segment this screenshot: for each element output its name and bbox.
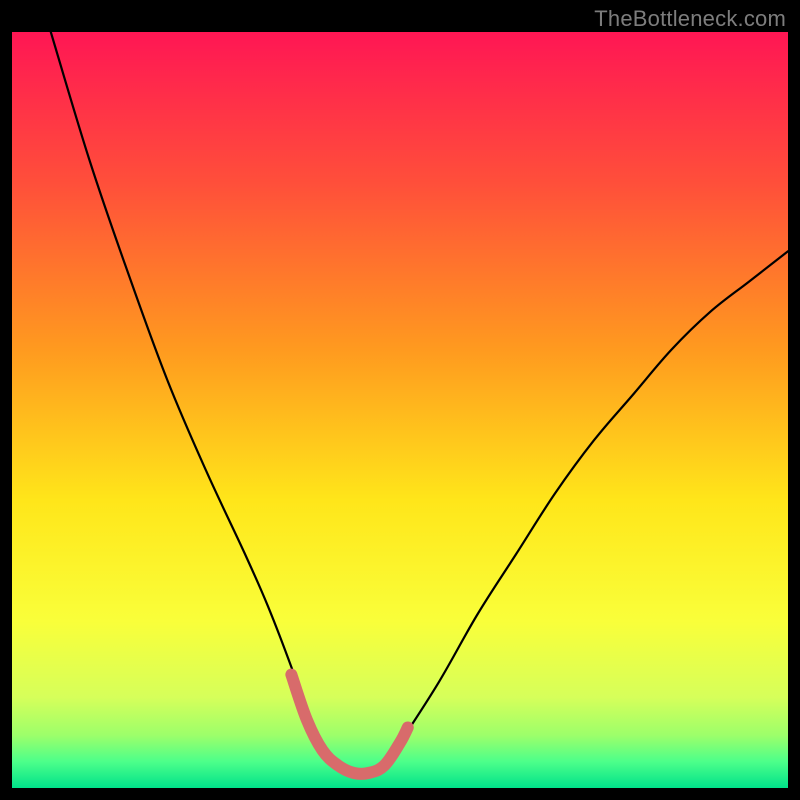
bottleneck-chart xyxy=(12,32,788,788)
chart-frame xyxy=(12,32,788,788)
watermark-text: TheBottleneck.com xyxy=(594,6,786,32)
gradient-background xyxy=(12,32,788,788)
